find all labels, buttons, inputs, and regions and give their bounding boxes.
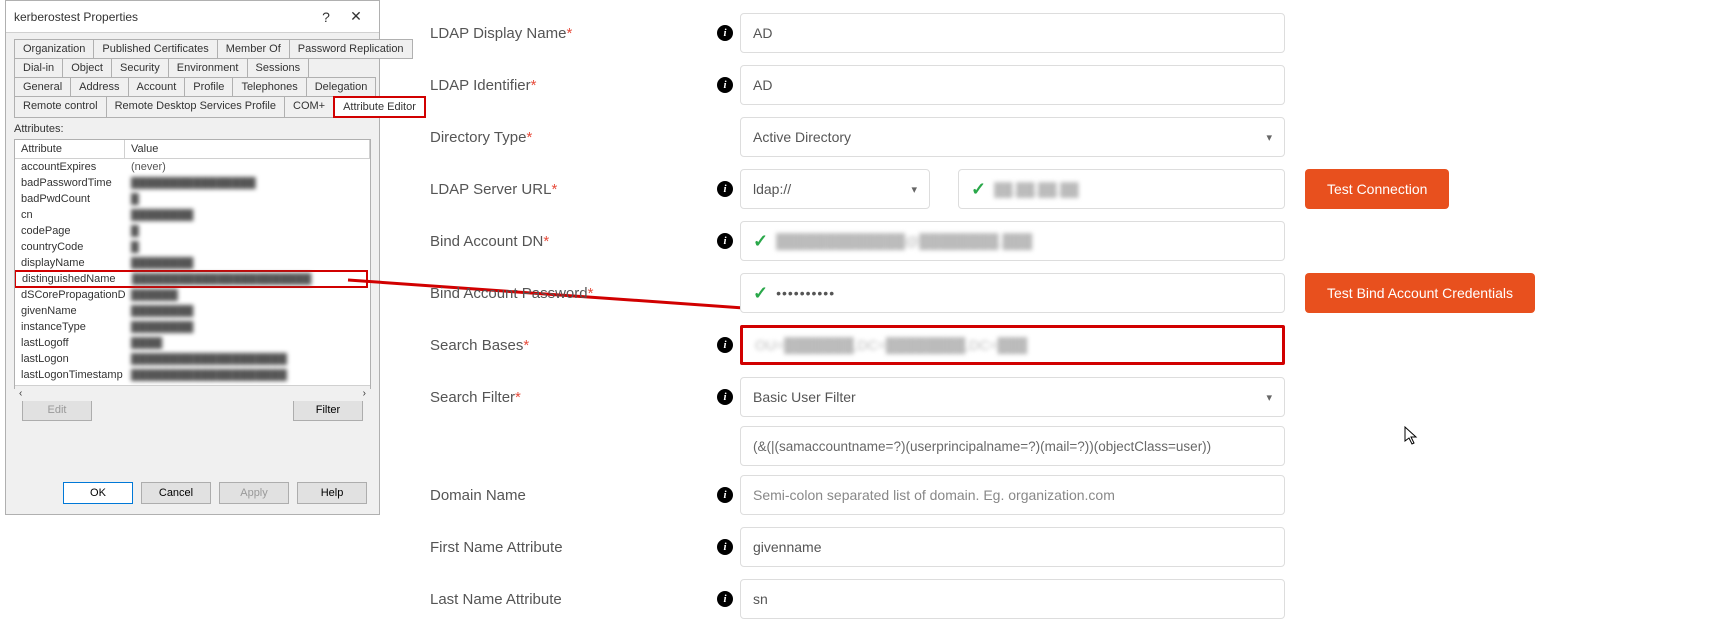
apply-button[interactable]: Apply [219,482,289,504]
tab-password-replication[interactable]: Password Replication [289,39,413,59]
label-bind-pw: Bind Account Password [430,285,588,302]
label-search-filter: Search Filter [430,389,515,406]
chevron-down-icon: ▾ [1266,391,1272,404]
properties-dialog: kerberostest Properties ? ✕ Organization… [5,0,380,515]
bind-dn-input[interactable]: ✓ █████████████@████████.███ [740,221,1285,261]
attribute-row[interactable]: codePage█ [15,223,370,239]
check-icon: ✓ [753,283,768,304]
first-name-attr-input[interactable] [740,527,1285,567]
tab-attribute-editor[interactable]: Attribute Editor [333,96,426,118]
attribute-row[interactable]: dSCorePropagationD...██████ [15,287,370,303]
chevron-down-icon: ▾ [911,183,917,196]
chevron-down-icon: ▾ [1266,131,1272,144]
attribute-row[interactable]: displayName████████ [15,255,370,271]
label-identifier: LDAP Identifier [430,77,531,94]
info-icon[interactable]: i [717,591,733,607]
col-attribute[interactable]: Attribute [15,140,125,158]
tab-telephones[interactable]: Telephones [232,77,306,97]
test-bind-button[interactable]: Test Bind Account Credentials [1305,273,1535,313]
url-host-input[interactable]: ✓ ██.██.██.██ [958,169,1285,209]
check-icon: ✓ [971,179,986,200]
tab-remote-desktop-services-profile[interactable]: Remote Desktop Services Profile [106,96,285,118]
attribute-row[interactable]: distinguishedName███████████████████████ [15,270,368,288]
search-bases-input[interactable]: OU=███████,DC=████████,DC=███ [740,325,1285,365]
attributes-label: Attributes: [14,123,371,135]
info-icon[interactable]: i [717,389,733,405]
label-directory-type: Directory Type [430,129,526,146]
attribute-row[interactable]: cn████████ [15,207,370,223]
ldap-identifier-input[interactable] [740,65,1285,105]
attribute-row[interactable]: givenName████████ [15,303,370,319]
url-scheme-select[interactable]: ldap:// ▾ [740,169,930,209]
check-icon: ✓ [753,231,768,252]
info-icon[interactable]: i [717,539,733,555]
attribute-row[interactable]: lastLogon████████████████████ [15,351,370,367]
info-icon[interactable]: i [717,181,733,197]
attributes-list[interactable]: Attribute Value accountExpires(never)bad… [14,139,371,389]
tab-com-[interactable]: COM+ [284,96,334,118]
info-icon[interactable]: i [717,337,733,353]
bind-password-input[interactable]: ✓ •••••••••• [740,273,1285,313]
tab-general[interactable]: General [14,77,71,97]
tab-object[interactable]: Object [62,58,112,78]
attribute-row[interactable]: countryCode█ [15,239,370,255]
directory-type-select[interactable]: Active Directory ▾ [740,117,1285,157]
last-name-attr-input[interactable] [740,579,1285,619]
close-icon[interactable]: ✕ [341,8,371,25]
attribute-row[interactable]: accountExpires(never) [15,159,370,175]
tab-delegation[interactable]: Delegation [306,77,377,97]
label-domain-name: Domain Name [430,487,526,504]
tab-environment[interactable]: Environment [168,58,248,78]
window-title: kerberostest Properties [14,10,311,24]
search-filter-select[interactable]: Basic User Filter ▾ [740,377,1285,417]
help-icon[interactable]: ? [311,9,341,25]
ok-button[interactable]: OK [63,482,133,504]
tab-sessions[interactable]: Sessions [247,58,310,78]
tab-published-certificates[interactable]: Published Certificates [93,39,217,59]
titlebar: kerberostest Properties ? ✕ [6,1,379,33]
ldap-config-form: LDAP Display Name* i LDAP Identifier* i … [410,10,1690,622]
tab-address[interactable]: Address [70,77,128,97]
info-icon[interactable]: i [717,233,733,249]
tab-profile[interactable]: Profile [184,77,233,97]
tab-security[interactable]: Security [111,58,169,78]
info-icon[interactable]: i [717,77,733,93]
label-display-name: LDAP Display Name [430,25,566,42]
filter-button[interactable]: Filter [293,399,363,421]
edit-button[interactable]: Edit [22,399,92,421]
tab-dial-in[interactable]: Dial-in [14,58,63,78]
help-button[interactable]: Help [297,482,367,504]
attribute-row[interactable]: lastLogonTimestamp████████████████████ [15,367,370,383]
filter-string-display: (&(|(samaccountname=?)(userprincipalname… [740,426,1285,466]
tab-account[interactable]: Account [128,77,186,97]
attribute-row[interactable]: instanceType████████ [15,319,370,335]
attribute-row[interactable]: badPasswordTime████████████████ [15,175,370,191]
tab-remote-control[interactable]: Remote control [14,96,107,118]
label-search-bases: Search Bases [430,337,523,354]
ldap-display-name-input[interactable] [740,13,1285,53]
domain-name-input[interactable] [740,475,1285,515]
label-bind-dn: Bind Account DN [430,233,543,250]
label-last-name: Last Name Attribute [430,591,562,608]
attribute-row[interactable]: lastLogoff████ [15,335,370,351]
cancel-button[interactable]: Cancel [141,482,211,504]
test-connection-button[interactable]: Test Connection [1305,169,1449,209]
tab-organization[interactable]: Organization [14,39,94,59]
attribute-row[interactable]: badPwdCount█ [15,191,370,207]
info-icon[interactable]: i [717,487,733,503]
label-first-name: First Name Attribute [430,539,563,556]
tab-member-of[interactable]: Member Of [217,39,290,59]
label-server-url: LDAP Server URL [430,181,551,198]
col-value[interactable]: Value [125,140,370,158]
info-icon[interactable]: i [717,25,733,41]
